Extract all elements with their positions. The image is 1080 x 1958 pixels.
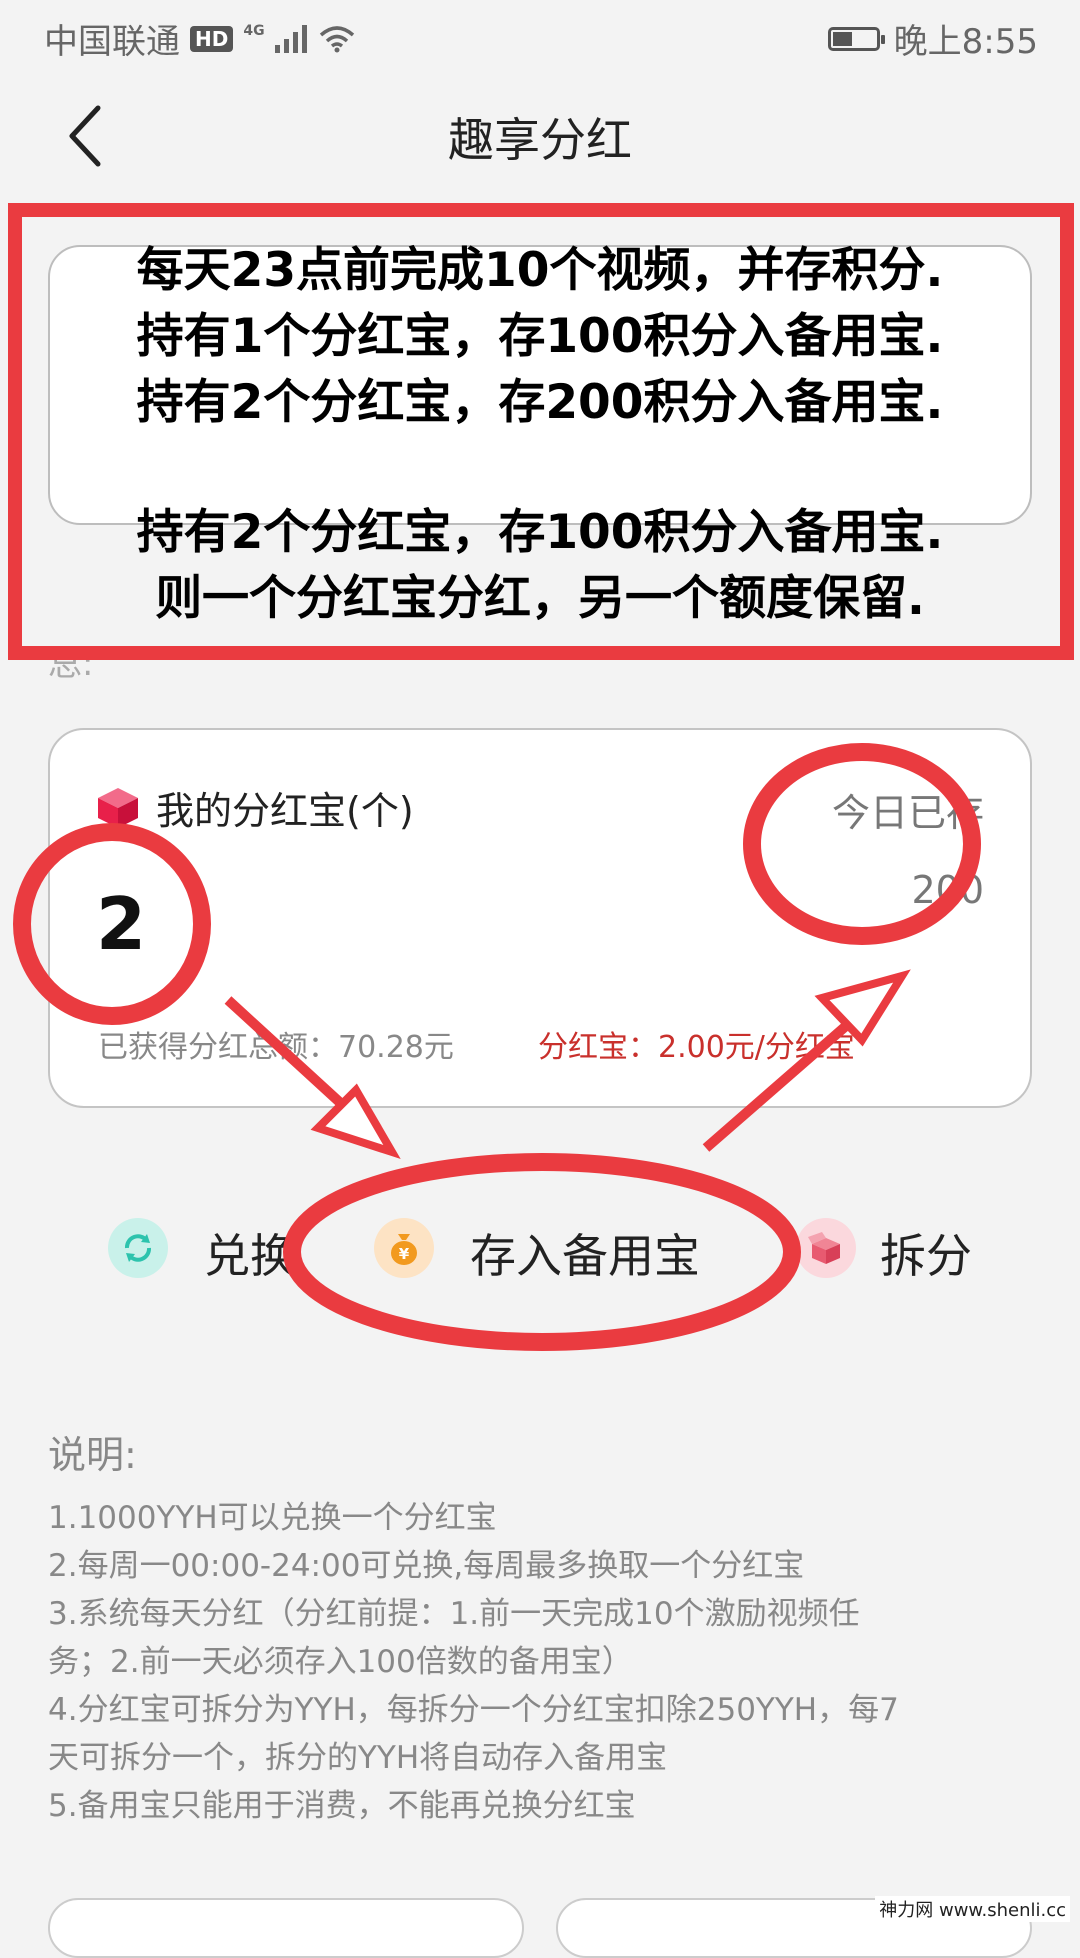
bag-icon: ¥ (391, 1234, 417, 1265)
carrier-name: 中国联通 (44, 22, 180, 62)
signal-icon (274, 24, 307, 53)
card-title: 我的分红宝(个) (156, 789, 414, 833)
status-right: 晚上8:55 (827, 14, 1038, 63)
clock: 晚上8:55 (893, 22, 1038, 62)
today-label: 今日已存 (831, 791, 984, 835)
description-line: 5.备用宝只能用于消费，不能再兑换分红宝 (48, 1788, 636, 1824)
dividend-count: 2 (96, 882, 147, 966)
annotation-frame (8, 203, 1074, 660)
open-box-icon (808, 1232, 840, 1264)
split-button[interactable]: 拆分 (880, 1220, 972, 1286)
svg-text:¥: ¥ (399, 1245, 410, 1263)
description-line: 务；2.前一天必须存入100倍数的备用宝） (48, 1644, 633, 1680)
page-title: 趣享分红 (448, 113, 632, 167)
total-earned: 已获得分红总额：70.28元 (98, 1030, 454, 1065)
description-line: 天可拆分一个，拆分的YYH将自动存入备用宝 (48, 1740, 668, 1776)
description-line: 1.1000YYH可以兑换一个分红宝 (48, 1500, 497, 1536)
description-line: 4.分红宝可拆分为YYH，每拆分一个分红宝扣除250YYH，每7 (48, 1692, 899, 1728)
dividend-rate: 分红宝：2.00元/分红宝 (538, 1030, 855, 1065)
deposit-button[interactable]: 存入备用宝 (470, 1220, 700, 1286)
description-list: 1.1000YYH可以兑换一个分红宝 2.每周一00:00-24:00可兑换,每… (48, 1494, 1038, 1830)
bottom-card-left[interactable] (48, 1898, 524, 1958)
battery-fill (832, 31, 852, 46)
wifi-icon (319, 25, 354, 52)
cube-icon (98, 788, 138, 828)
network-type: 4G (243, 22, 265, 39)
refresh-icon (125, 1234, 151, 1262)
money-bag-icon[interactable]: ¥ (374, 1218, 434, 1278)
description-line: 2.每周一00:00-24:00可兑换,每周最多换取一个分红宝 (48, 1548, 805, 1584)
description-title: 说明: (48, 1433, 137, 1477)
exchange-button[interactable]: 兑换 (204, 1220, 296, 1286)
exchange-icon[interactable] (108, 1218, 168, 1278)
description-line: 3.系统每天分红（分红前提：1.前一天完成10个激励视频任 (48, 1596, 860, 1632)
watermark-text: 神力网 www.shenli.cc (875, 1896, 1070, 1922)
battery-icon (827, 26, 885, 51)
split-icon[interactable] (796, 1218, 856, 1278)
today-value: 200 (911, 868, 984, 912)
status-bar: 中国联通 HD 4G 晚上8:55 (0, 0, 1080, 76)
status-left: 中国联通 HD 4G (44, 14, 355, 63)
hd-badge: HD (190, 25, 234, 52)
